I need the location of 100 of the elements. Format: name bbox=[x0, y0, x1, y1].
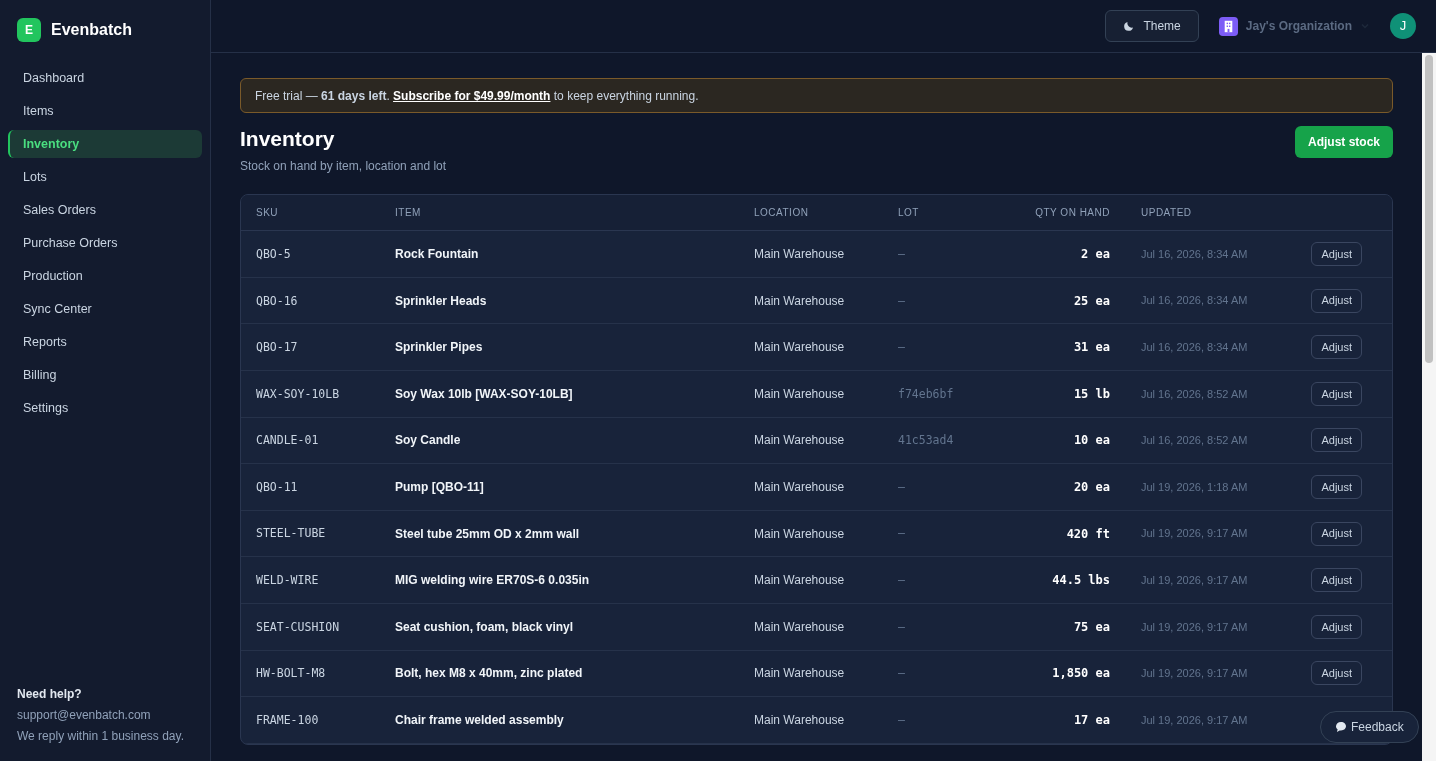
nav-item[interactable]: Inventory bbox=[8, 130, 202, 158]
quantity-cell-text: 31 ea bbox=[1073, 339, 1110, 357]
updated-cell-text: Jul 19, 2026, 9:17 AM bbox=[1141, 619, 1248, 635]
item-cell: Pump [QBO-11] bbox=[395, 480, 484, 494]
nav-item[interactable]: Sync Center bbox=[8, 295, 202, 323]
item-cell: Soy Wax 10lb [WAX-SOY-10LB] bbox=[395, 386, 573, 401]
item-cell: Soy Candle bbox=[395, 433, 461, 448]
user-avatar[interactable]: J bbox=[1390, 13, 1416, 39]
logo-icon: E bbox=[17, 18, 41, 42]
quantity-cell-text: 15 lb bbox=[1073, 385, 1110, 403]
support-email: support@evenbatch.com bbox=[17, 707, 152, 724]
item-cell: Bolt, hex M8 x 40mm, zinc plated bbox=[395, 666, 583, 681]
chat-bubble-icon bbox=[1335, 721, 1347, 733]
quantity-cell-text: 10 ea bbox=[1073, 432, 1110, 450]
adjust-button[interactable]: Adjust bbox=[1311, 428, 1362, 453]
sku-cell: FRAME-100 bbox=[256, 712, 319, 727]
updated-cell-text: Jul 19, 2026, 9:17 AM bbox=[1141, 526, 1248, 542]
adjust-button[interactable]: Adjust bbox=[1311, 381, 1362, 406]
adjust-button[interactable]: Adjust bbox=[1311, 568, 1362, 593]
location-cell: Main Warehouse bbox=[754, 340, 845, 355]
nav-item[interactable]: Dashboard bbox=[8, 64, 202, 92]
sku-cell: CANDLE-01 bbox=[256, 433, 319, 448]
lot-cell: f74eb6bf bbox=[898, 386, 954, 401]
adjust-button[interactable]: Adjust bbox=[1311, 475, 1362, 499]
lot-cell: — bbox=[898, 479, 905, 494]
column-header: QTY ON HAND bbox=[1035, 206, 1110, 221]
location-cell: Main Warehouse bbox=[754, 573, 845, 588]
column-header: LOCATION bbox=[754, 207, 809, 219]
scrollbar[interactable] bbox=[1422, 53, 1436, 761]
adjust-button[interactable]: Adjust bbox=[1311, 288, 1362, 313]
nav-item[interactable]: Billing bbox=[8, 361, 202, 389]
location-cell: Main Warehouse bbox=[754, 433, 845, 448]
column-header: UPDATED bbox=[1141, 207, 1192, 219]
updated-cell-text: Jul 16, 2026, 8:34 AM bbox=[1141, 246, 1248, 262]
building-icon bbox=[1218, 16, 1238, 36]
nav-item[interactable]: Lots bbox=[8, 163, 202, 191]
location-cell: Main Warehouse bbox=[754, 619, 845, 634]
column-header: LOT bbox=[898, 207, 919, 219]
updated-cell-text: Jul 16, 2026, 8:34 AM bbox=[1141, 340, 1248, 355]
location-cell: Main Warehouse bbox=[754, 386, 845, 401]
location-cell: Main Warehouse bbox=[754, 526, 845, 541]
updated-cell-text: Jul 19, 2026, 9:17 AM bbox=[1141, 666, 1248, 682]
item-cell: Sprinkler Heads bbox=[395, 293, 487, 308]
nav-item[interactable]: Settings bbox=[8, 394, 202, 422]
nav-item[interactable]: Items bbox=[8, 97, 202, 125]
sku-cell: QBO-11 bbox=[256, 479, 298, 494]
location-cell: Main Warehouse bbox=[754, 666, 845, 681]
location-cell: Main Warehouse bbox=[754, 293, 845, 308]
updated-cell-text: Jul 19, 2026, 1:18 AM bbox=[1141, 479, 1248, 495]
quantity-cell-text: 25 ea bbox=[1073, 292, 1110, 310]
brand-name: Evenbatch bbox=[51, 20, 132, 40]
adjust-button[interactable]: Adjust bbox=[1311, 521, 1362, 546]
help-title: Need help? bbox=[17, 686, 83, 703]
feedback-button[interactable]: Feedback bbox=[1320, 711, 1419, 743]
adjust-button[interactable]: Adjust bbox=[1311, 614, 1362, 639]
quantity-cell-text: 2 ea bbox=[1081, 246, 1110, 264]
item-cell: Rock Fountain bbox=[395, 247, 479, 262]
updated-cell-text: Jul 16, 2026, 8:52 AM bbox=[1141, 386, 1248, 402]
lot-cell: — bbox=[898, 340, 905, 355]
lot-cell: — bbox=[898, 619, 905, 634]
lot-cell: — bbox=[898, 246, 905, 261]
nav-item[interactable]: Sales Orders bbox=[8, 196, 202, 224]
nav-item[interactable]: Production bbox=[8, 262, 202, 290]
sku-cell: STEEL-TUBE bbox=[256, 526, 326, 541]
item-cell: Seat cushion, foam, black vinyl bbox=[395, 619, 574, 634]
moon-icon bbox=[1123, 20, 1136, 32]
quantity-cell-text: 420 ft bbox=[1066, 525, 1110, 543]
trial-message: Free trial — 61 days left. Subscribe for $49.99/month to keep everything running. bbox=[255, 87, 699, 105]
help-note: We reply within 1 business day. bbox=[17, 728, 185, 745]
quantity-cell-text: 17 ea bbox=[1073, 712, 1110, 729]
item-cell: Chair frame welded assembly bbox=[395, 713, 564, 727]
adjust-button[interactable]: Adjust bbox=[1311, 335, 1362, 360]
item-cell: MIG welding wire ER70S-6 0.035in bbox=[395, 573, 590, 588]
sku-cell: SEAT-CUSHION bbox=[256, 619, 340, 634]
updated-cell-text: Jul 16, 2026, 8:34 AM bbox=[1141, 293, 1248, 309]
theme-button[interactable]: Theme bbox=[1105, 10, 1199, 42]
page-title: Inventory bbox=[240, 126, 336, 152]
adjust-button[interactable]: Adjust bbox=[1311, 242, 1362, 267]
nav-item[interactable]: Purchase Orders bbox=[8, 229, 202, 257]
updated-cell-text: Jul 19, 2026, 9:17 AM bbox=[1141, 712, 1248, 728]
quantity-cell-text: 44.5 lbs bbox=[1052, 572, 1110, 590]
sku-cell: QBO-16 bbox=[256, 293, 298, 308]
sku-cell: WAX-SOY-10LB bbox=[256, 386, 340, 401]
location-cell: Main Warehouse bbox=[754, 247, 845, 262]
sku-cell: WELD-WIRE bbox=[256, 573, 319, 588]
subscribe-link[interactable]: Subscribe for $49.99/month bbox=[393, 88, 551, 103]
column-header: SKU bbox=[256, 207, 279, 219]
sku-cell: QBO-17 bbox=[256, 340, 298, 355]
updated-cell-text: Jul 19, 2026, 9:17 AM bbox=[1141, 572, 1248, 588]
quantity-cell-text: 75 ea bbox=[1073, 618, 1110, 636]
lot-cell: — bbox=[898, 666, 905, 681]
lot-cell: — bbox=[898, 526, 905, 541]
lot-cell: — bbox=[898, 293, 905, 308]
nav-item[interactable]: Reports bbox=[8, 328, 202, 356]
location-cell: Main Warehouse bbox=[754, 713, 845, 727]
adjust-button[interactable]: Adjust bbox=[1311, 661, 1362, 686]
location-cell: Main Warehouse bbox=[754, 480, 845, 494]
item-cell: Steel tube 25mm OD x 2mm wall bbox=[395, 526, 580, 541]
lot-cell: — bbox=[898, 573, 905, 588]
item-cell: Sprinkler Pipes bbox=[395, 340, 483, 355]
